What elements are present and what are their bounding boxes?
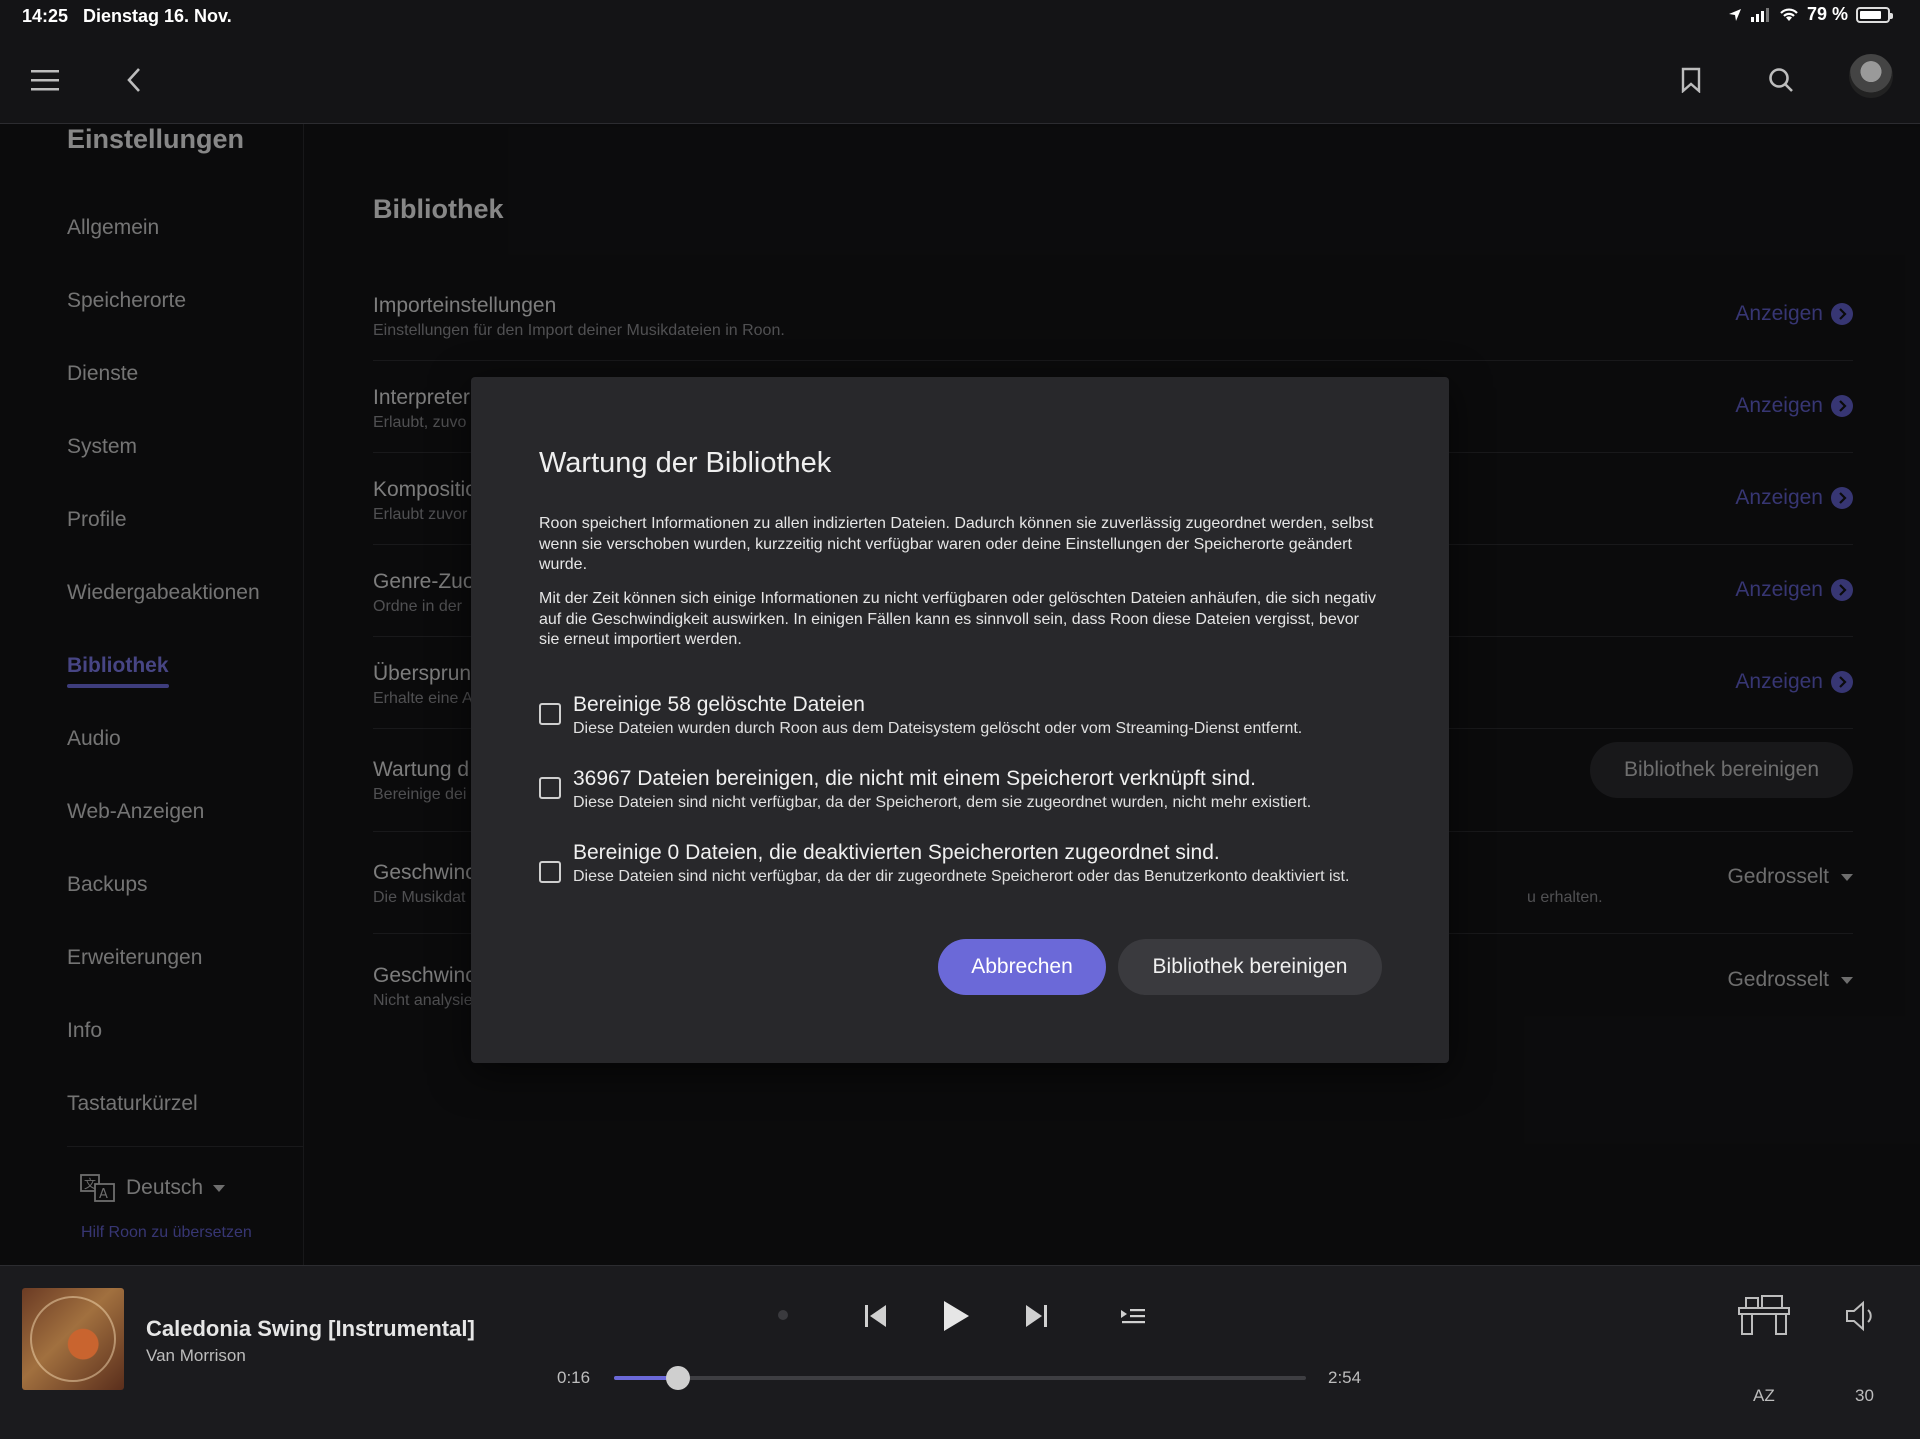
elapsed-time: 0:16 (557, 1368, 591, 1387)
checkbox-unlinked-files[interactable] (539, 777, 561, 799)
option-title: 36967 Dateien bereinigen, die nicht mit … (573, 767, 1256, 790)
location-icon (1728, 8, 1741, 21)
zone-icon[interactable] (1734, 1292, 1794, 1340)
option-title: Bereinige 0 Dateien, die deaktivierten S… (573, 841, 1220, 864)
menu-icon[interactable] (25, 60, 65, 100)
battery-icon (1856, 6, 1893, 23)
previous-icon[interactable] (862, 1296, 890, 1336)
bookmark-icon[interactable] (1671, 60, 1711, 100)
wifi-icon (1780, 8, 1798, 21)
status-bar: 14:25 Dienstag 16. Nov. 79 % (0, 0, 1920, 34)
library-maintenance-dialog: Wartung der Bibliothek Roon speichert In… (471, 377, 1449, 1063)
zone-name[interactable]: AZ (1753, 1386, 1775, 1406)
search-icon[interactable] (1761, 60, 1801, 100)
volume-level[interactable]: 30 (1855, 1386, 1874, 1406)
radio-dot-icon[interactable] (774, 1306, 792, 1324)
status-date: Dienstag 16. Nov. (83, 6, 232, 26)
album-art[interactable] (22, 1288, 124, 1390)
option-subtitle: Diese Dateien wurden durch Roon aus dem … (573, 720, 1303, 737)
option-disabled-locations[interactable]: Bereinige 0 Dateien, die deaktivierten S… (539, 841, 1399, 917)
status-time: 14:25 (22, 6, 69, 26)
option-subtitle: Diese Dateien sind nicht verfügbar, da d… (573, 794, 1312, 811)
player-bar: Caledonia Swing [Instrumental] Van Morri… (0, 1265, 1920, 1439)
avatar[interactable] (1849, 54, 1893, 98)
queue-icon[interactable] (1118, 1296, 1148, 1336)
volume-icon[interactable] (1842, 1296, 1882, 1336)
checkbox-deleted-files[interactable] (539, 703, 561, 725)
battery-percent: 79 % (1806, 4, 1848, 24)
cancel-button[interactable]: Abbrechen (938, 939, 1106, 995)
seek-bar[interactable] (614, 1366, 1306, 1390)
option-title: Bereinige 58 gelöschte Dateien (573, 693, 865, 716)
option-subtitle: Diese Dateien sind nicht verfügbar, da d… (573, 868, 1350, 885)
next-icon[interactable] (1022, 1296, 1050, 1336)
back-icon[interactable] (114, 60, 154, 100)
artist-name[interactable]: Van Morrison (146, 1346, 246, 1366)
option-deleted-files[interactable]: Bereinige 58 gelöschte Dateien Diese Dat… (539, 693, 1399, 749)
signal-icon (1750, 7, 1769, 22)
checkbox-disabled-locations[interactable] (539, 861, 561, 883)
play-icon[interactable] (936, 1296, 976, 1336)
top-bar (0, 34, 1920, 124)
seek-handle[interactable] (665, 1366, 690, 1390)
dialog-title: Wartung der Bibliothek (539, 447, 832, 479)
option-unlinked-files[interactable]: 36967 Dateien bereinigen, die nicht mit … (539, 767, 1399, 823)
dialog-paragraph-2: Mit der Zeit können sich einige Informat… (539, 590, 1376, 648)
confirm-clean-button[interactable]: Bibliothek bereinigen (1118, 939, 1382, 995)
track-title[interactable]: Caledonia Swing [Instrumental] (146, 1316, 475, 1342)
status-indicators: 79 % (1727, 4, 1893, 25)
dialog-paragraph-1: Roon speichert Informationen zu allen in… (539, 515, 1374, 573)
total-time: 2:54 (1328, 1368, 1362, 1387)
